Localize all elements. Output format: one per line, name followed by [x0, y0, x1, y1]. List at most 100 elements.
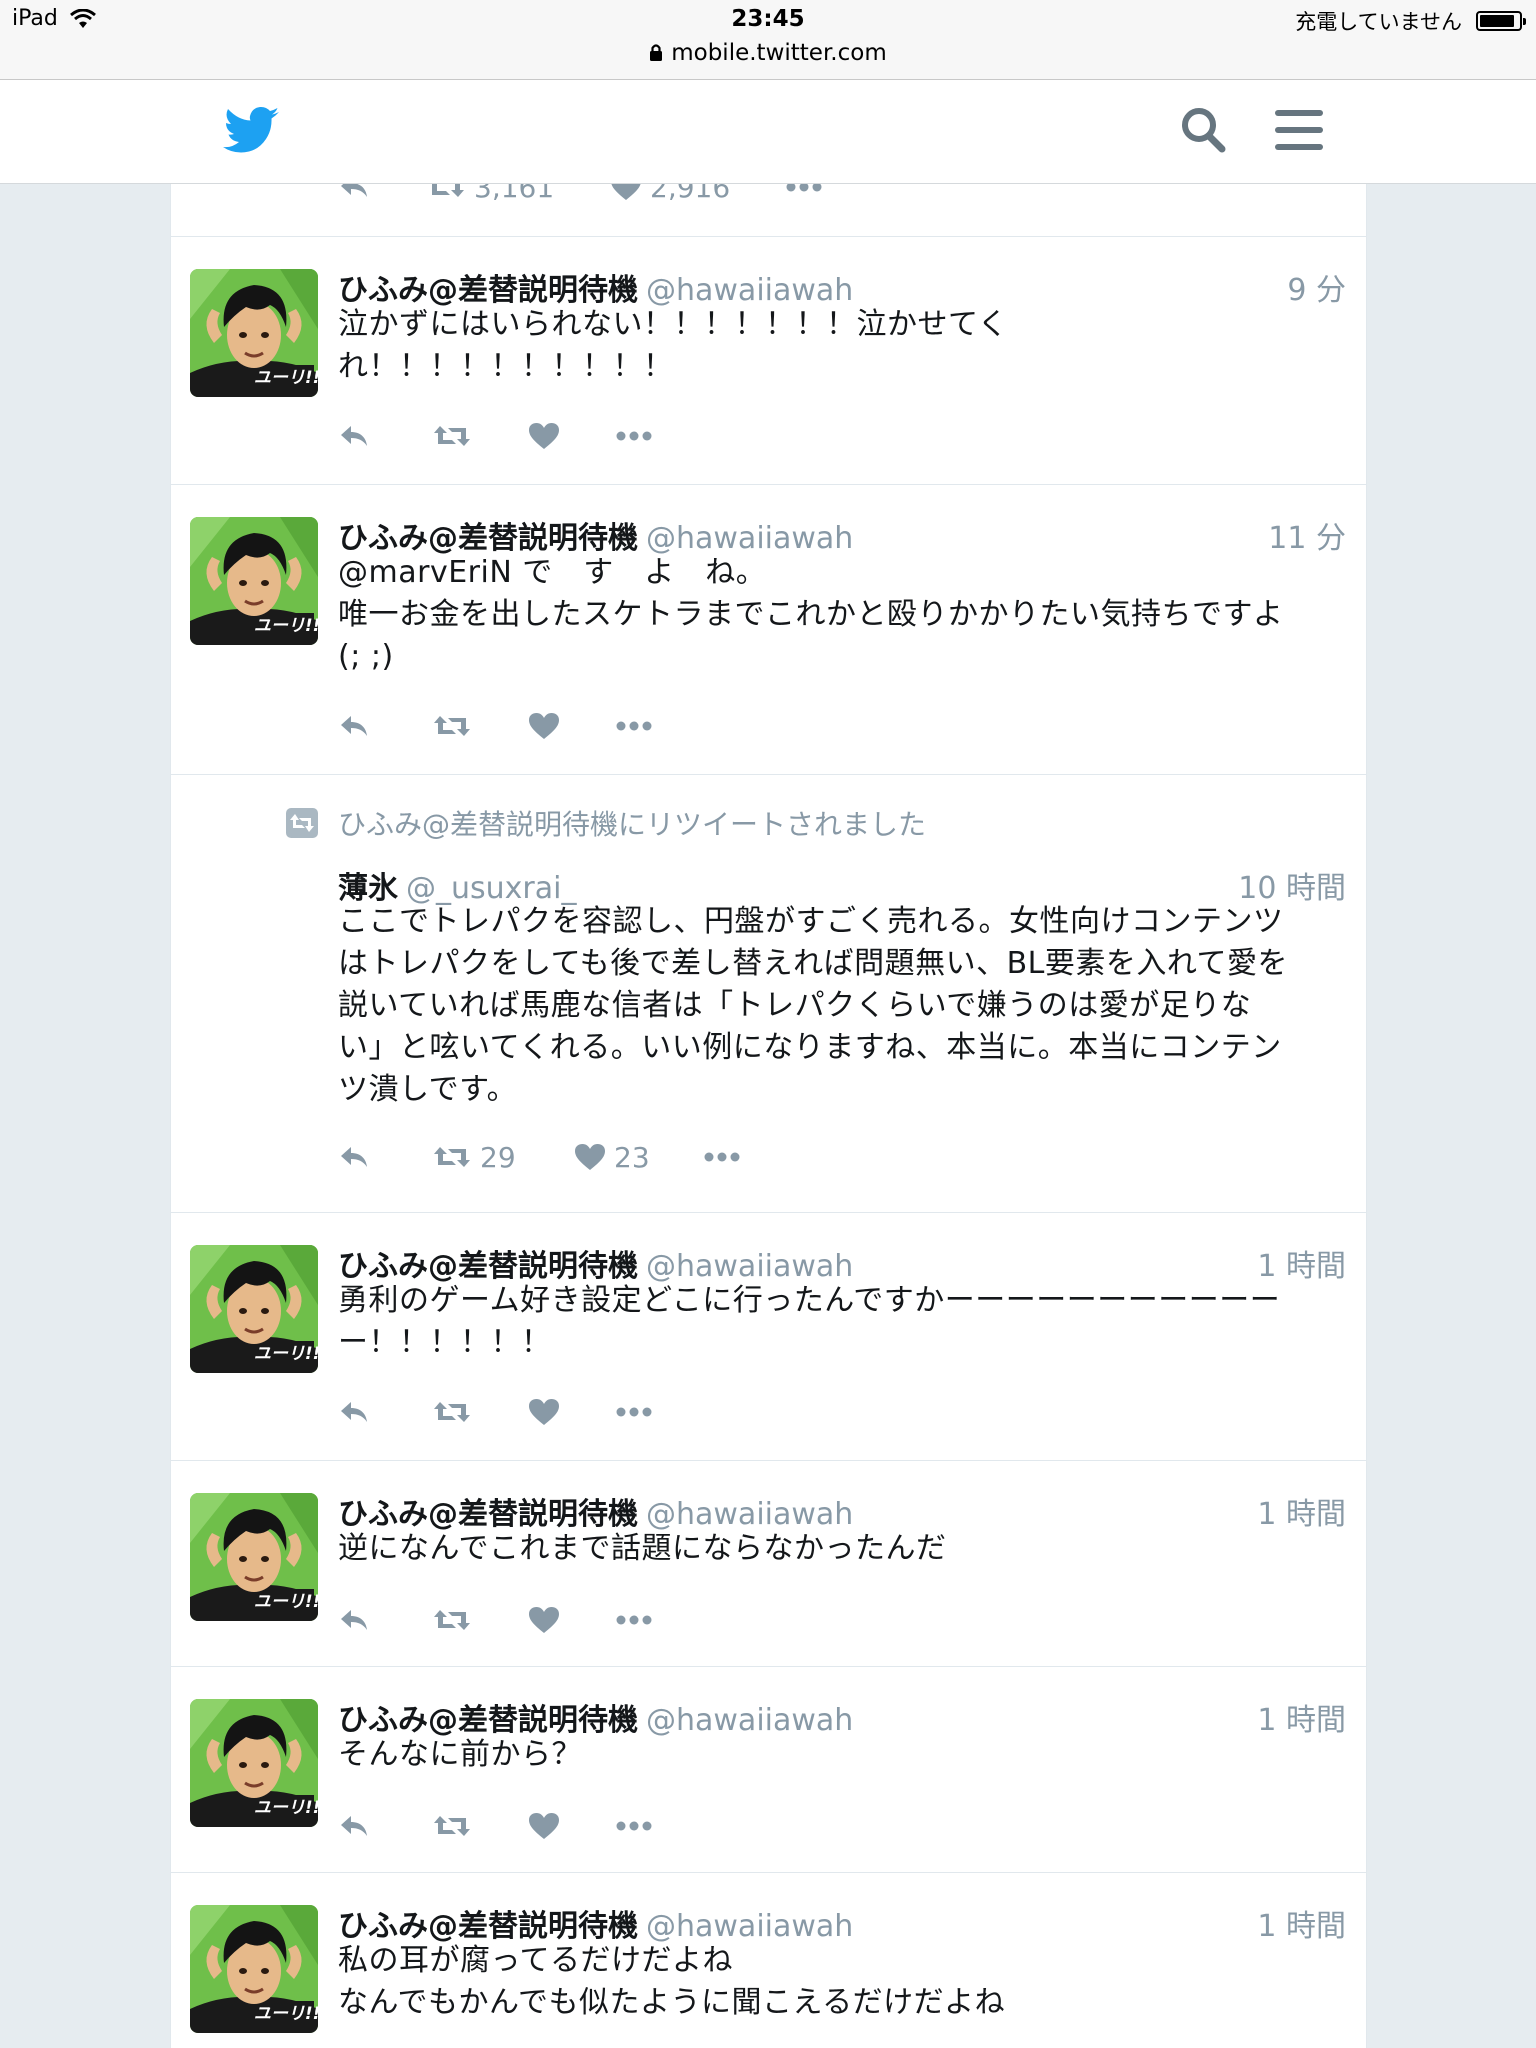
heart-icon[interactable]: [528, 1398, 616, 1426]
avatar[interactable]: [190, 1245, 318, 1373]
heart-icon[interactable]: [528, 712, 616, 740]
hamburger-menu-icon[interactable]: [1274, 108, 1324, 156]
more-icon[interactable]: [704, 1152, 740, 1162]
reply-icon[interactable]: [338, 712, 432, 740]
more-icon[interactable]: [616, 1407, 652, 1417]
like-button[interactable]: 2,916: [610, 184, 786, 204]
avatar[interactable]: [190, 517, 318, 645]
display-name[interactable]: ひふみ@差替説明待機: [338, 1497, 638, 1532]
more-icon[interactable]: [616, 1615, 652, 1625]
timestamp[interactable]: 1 時間: [1257, 1241, 1346, 1285]
heart-icon[interactable]: [528, 1812, 616, 1840]
retweet-icon: [432, 1143, 472, 1171]
display-name[interactable]: ひふみ@差替説明待機: [338, 1703, 638, 1738]
reply-icon[interactable]: [338, 1143, 432, 1171]
tweet[interactable]: ひふみ@差替説明待機 @hawaiiawah 11 分 @marvEriN で す…: [171, 485, 1366, 775]
heart-icon[interactable]: [528, 422, 616, 450]
tweet-text-line: ここでトレパクを容認し、円盤がすごく売れる。女性向けコンテンツ: [338, 904, 1284, 939]
retweet-icon: [426, 184, 466, 201]
timestamp[interactable]: 9 分: [1287, 265, 1346, 309]
user-handle[interactable]: @hawaiiawah: [646, 1497, 853, 1532]
tweet[interactable]: ひふみ@差替説明待機 @hawaiiawah 1 時間 逆になんでこれまで話題にな…: [171, 1461, 1366, 1667]
tweet-actions: 29 23: [338, 1140, 740, 1174]
retweet-icon[interactable]: [432, 422, 528, 450]
retweet-count: 3,161: [474, 184, 555, 204]
more-icon[interactable]: [616, 721, 652, 731]
tweet-text-line: はトレパクをしても後で差し替えれば問題無い、BL要素を入れて愛を: [338, 946, 1288, 981]
avatar[interactable]: [190, 1699, 318, 1827]
retweet-count: 29: [480, 1140, 516, 1174]
user-handle[interactable]: @hawaiiawah: [646, 1703, 853, 1738]
url-text: mobile.twitter.com: [671, 40, 887, 66]
status-right: 充電していません: [1295, 6, 1526, 36]
tweet[interactable]: ひふみ@差替説明待機 @hawaiiawah 9 分 泣かずにはいられない！！！！…: [171, 237, 1366, 485]
tweet-text-line: 私の耳が腐ってるだけだよね: [338, 1943, 733, 1978]
timestamp[interactable]: 1 時間: [1257, 1695, 1346, 1739]
twitter-bird-icon[interactable]: [222, 106, 280, 158]
heart-icon[interactable]: [528, 1606, 616, 1634]
avatar[interactable]: [190, 1493, 318, 1621]
tweet-retweeted[interactable]: ひふみ@差替説明待機にリツイートされました 薄氷 @_usuxrai_ 10 時間…: [171, 775, 1366, 1213]
more-icon[interactable]: [616, 431, 652, 441]
tweet-partial[interactable]: 3,161 2,916: [171, 184, 1366, 237]
tweet-text-line: 勇利のゲーム好き設定どこに行ったんですかーーーーーーーーーーー: [338, 1283, 1281, 1318]
timestamp[interactable]: 1 時間: [1257, 1901, 1346, 1945]
tweet-text-line: 唯一お金を出したスケトラまでこれかと殴りかかりたい気持ちですよ: [338, 597, 1284, 632]
user-handle[interactable]: @hawaiiawah: [646, 1909, 853, 1944]
display-name[interactable]: ひふみ@差替説明待機: [338, 521, 638, 556]
tweet-header: ひふみ@差替説明待機 @hawaiiawah 1 時間: [338, 1241, 1346, 1285]
retweet-context: ひふみ@差替説明待機にリツイートされました: [286, 803, 926, 843]
reply-icon[interactable]: [338, 1812, 432, 1840]
tweet-header: ひふみ@差替説明待機 @hawaiiawah 1 時間: [338, 1489, 1346, 1533]
tweet-text-line: れ！！！！！！！！！！: [338, 349, 674, 384]
avatar[interactable]: [190, 1905, 318, 2033]
tweet-text: ここでトレパクを容認し、円盤がすごく売れる。女性向けコンテンツ はトレパクをして…: [338, 901, 1328, 1111]
heart-icon: [574, 1143, 606, 1171]
tweet-header: ひふみ@差替説明待機 @hawaiiawah 1 時間: [338, 1695, 1346, 1739]
ios-status-bar: iPad 23:45 mobile.twitter.com 充電していません: [0, 0, 1536, 80]
retweet-button[interactable]: 29: [432, 1141, 574, 1174]
like-count: 23: [614, 1140, 650, 1174]
reply-icon[interactable]: [338, 1398, 432, 1426]
reply-icon[interactable]: [338, 1606, 432, 1634]
heart-icon: [610, 184, 642, 201]
reply-icon[interactable]: [338, 184, 426, 201]
like-count: 2,916: [650, 184, 731, 204]
address-bar[interactable]: mobile.twitter.com: [0, 40, 1536, 67]
user-handle[interactable]: @hawaiiawah: [646, 521, 853, 556]
tweet-actions: 3,161 2,916: [338, 184, 822, 204]
retweet-button[interactable]: 3,161: [426, 184, 610, 204]
display-name[interactable]: ひふみ@差替説明待機: [338, 273, 638, 308]
more-icon[interactable]: [616, 1821, 652, 1831]
display-name[interactable]: ひふみ@差替説明待機: [338, 1909, 638, 1944]
avatar[interactable]: [190, 269, 318, 397]
display-name[interactable]: ひふみ@差替説明待機: [338, 1249, 638, 1284]
timestamp[interactable]: 11 分: [1268, 513, 1346, 557]
user-handle[interactable]: @hawaiiawah: [646, 273, 853, 308]
search-icon[interactable]: [1180, 106, 1226, 158]
tweet-text-line: @marvEriN で す よ ね。: [338, 555, 767, 590]
tweet-text-line: い」と呟いてくれる。いい例になりますね、本当に。本当にコンテン: [338, 1030, 1282, 1065]
retweet-context-text[interactable]: ひふみ@差替説明待機にリツイートされました: [338, 803, 926, 843]
tweet-actions: [338, 709, 652, 743]
tweet-text-line: ー！！！！！！: [338, 1325, 552, 1360]
tweet[interactable]: ひふみ@差替説明待機 @hawaiiawah 1 時間 勇利のゲーム好き設定どこに…: [171, 1213, 1366, 1461]
retweet-icon[interactable]: [432, 1398, 528, 1426]
timestamp[interactable]: 1 時間: [1257, 1489, 1346, 1533]
battery-icon: [1476, 11, 1526, 31]
tweet-actions: [338, 1603, 652, 1637]
tweet-text: そんなに前から？: [338, 1734, 1328, 1776]
tweet-text-line: (; ;): [338, 639, 394, 674]
tweet-text: @marvEriN で す よ ね。 唯一お金を出したスケトラまでこれかと殴りか…: [338, 552, 1328, 678]
like-button[interactable]: 23: [574, 1141, 704, 1174]
tweet[interactable]: ひふみ@差替説明待機 @hawaiiawah 1 時間 私の耳が腐ってるだけだよね…: [171, 1873, 1366, 2048]
tweet-header: ひふみ@差替説明待機 @hawaiiawah 1 時間: [338, 1901, 1346, 1945]
retweet-icon[interactable]: [432, 1812, 528, 1840]
retweet-icon[interactable]: [432, 712, 528, 740]
timeline[interactable]: 3,161 2,916 ひふみ@差替説明待機 @hawaiiawah 9 分 泣か…: [170, 184, 1367, 2048]
tweet[interactable]: ひふみ@差替説明待機 @hawaiiawah 1 時間 そんなに前から？: [171, 1667, 1366, 1873]
reply-icon[interactable]: [338, 422, 432, 450]
retweet-icon[interactable]: [432, 1606, 528, 1634]
user-handle[interactable]: @hawaiiawah: [646, 1249, 853, 1284]
more-icon[interactable]: [786, 184, 822, 192]
